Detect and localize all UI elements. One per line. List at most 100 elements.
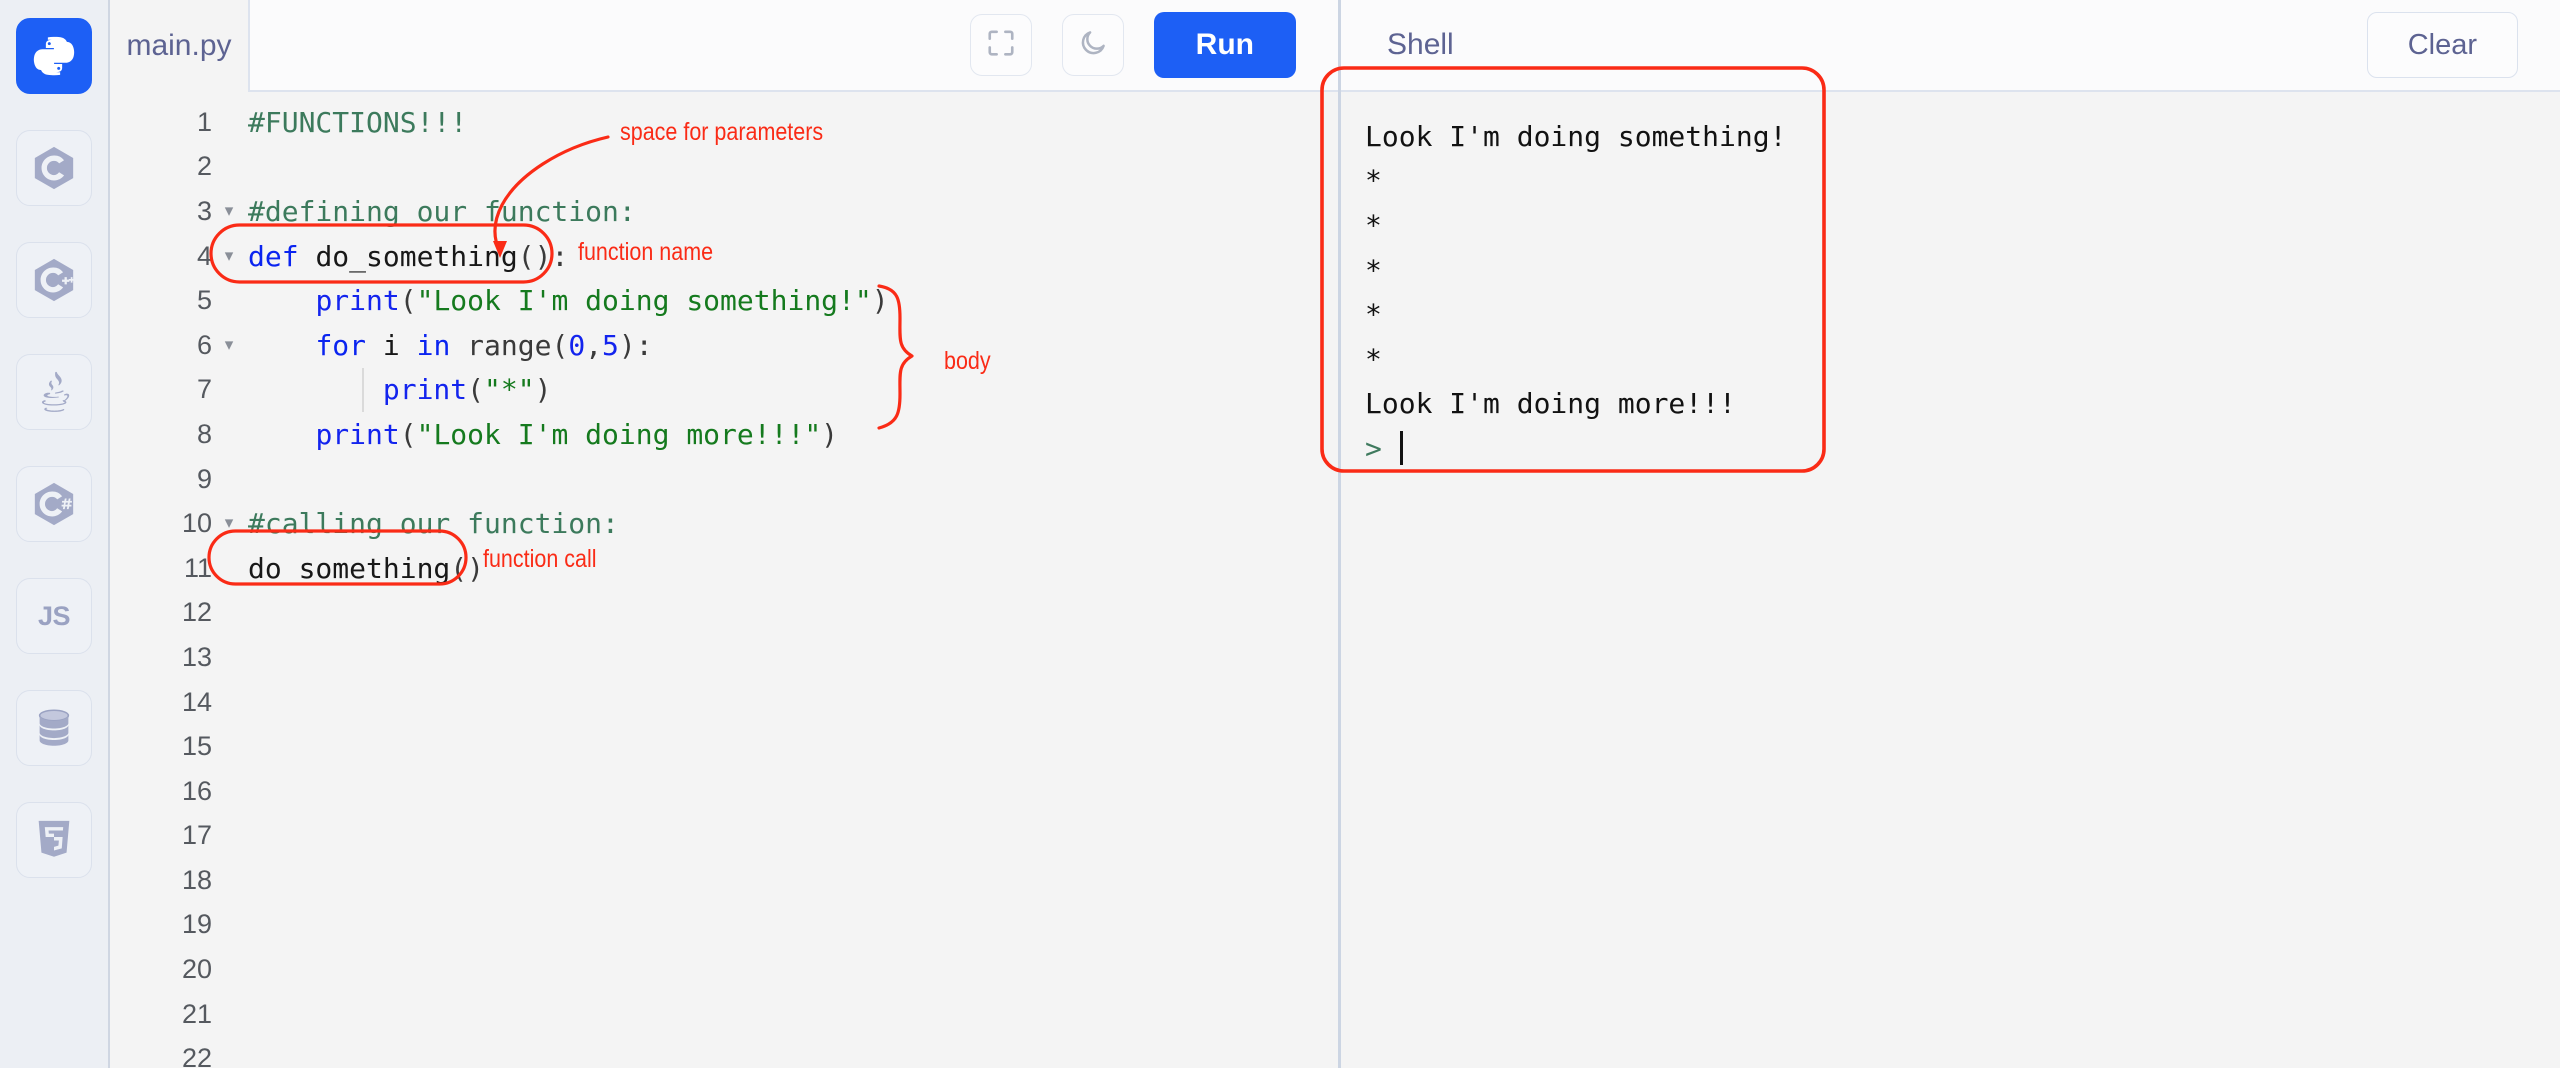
- code-line-text: def do_something():: [240, 240, 568, 273]
- code-line[interactable]: 13: [110, 635, 1338, 680]
- shell-output-line: *: [1365, 298, 1382, 332]
- code-editor[interactable]: 1 #FUNCTIONS!!! 2 3 ▾ #defining our function:…: [110, 92, 1338, 1068]
- code-line[interactable]: 15: [110, 724, 1338, 769]
- python-icon: [31, 33, 77, 79]
- token-com: #FUNCTIONS!!!: [248, 105, 468, 139]
- code-line[interactable]: 7 print("*"): [110, 368, 1338, 413]
- code-line[interactable]: 6 ▾ for i in range(0,5):: [110, 323, 1338, 368]
- code-line[interactable]: 1 #FUNCTIONS!!!: [110, 100, 1338, 145]
- tab-main-py[interactable]: main.py: [110, 0, 248, 92]
- code-line[interactable]: 18: [110, 858, 1338, 903]
- line-number: 11: [183, 552, 212, 583]
- shell-output-line: *: [1365, 253, 1382, 287]
- token-str: "Look I'm doing more!!!": [416, 417, 822, 451]
- token-op: ():: [517, 239, 569, 273]
- code-line-text: #defining our function:: [240, 195, 636, 228]
- fold-toggle-icon[interactable]: ▾: [218, 202, 240, 220]
- token-op: (: [399, 417, 417, 451]
- code-line[interactable]: 22: [110, 1036, 1338, 1068]
- line-number: 15: [181, 731, 212, 762]
- code-line-text: do_something(): [240, 552, 484, 585]
- code-line[interactable]: 21: [110, 992, 1338, 1037]
- shell-pane: Shell Clear Look I'm doing something! * * *…: [1338, 0, 2560, 1068]
- shell-output-line: *: [1365, 164, 1382, 198]
- sidebar-item-java[interactable]: [16, 354, 92, 430]
- code-line-text: print("Look I'm doing more!!!"): [240, 418, 838, 451]
- token-op: ):: [618, 328, 653, 362]
- sidebar-item-python[interactable]: [16, 18, 92, 94]
- shell-output-lines: Look I'm doing something! * * * * * Look I'm d…: [1365, 114, 2560, 426]
- cplusplus-icon: [31, 257, 77, 303]
- line-number: 6: [196, 329, 212, 360]
- theme-toggle-button[interactable]: [1061, 14, 1124, 76]
- token-op: range: [467, 328, 552, 362]
- fullscreen-icon: [986, 28, 1016, 63]
- code-line[interactable]: 12: [110, 591, 1338, 636]
- line-number: 4: [196, 240, 212, 271]
- token-com: #defining our function:: [248, 194, 636, 228]
- token-pl: do_something: [315, 239, 518, 273]
- sidebar-item-html[interactable]: [16, 802, 92, 878]
- shell-output[interactable]: Look I'm doing something! * * * * * Look I'm d…: [1341, 92, 2560, 1068]
- line-number: 14: [181, 686, 212, 717]
- javascript-icon: JS: [37, 600, 71, 631]
- code-line[interactable]: 16: [110, 769, 1338, 814]
- code-lines[interactable]: 1 #FUNCTIONS!!! 2 3 ▾ #defining our function:…: [110, 100, 1338, 1068]
- shell-output-line: Look I'm doing something!: [1365, 119, 1787, 153]
- language-sidebar: JS: [0, 0, 110, 1068]
- code-line[interactable]: 2: [110, 145, 1338, 190]
- clear-button-label: Clear: [2407, 28, 2477, 61]
- line-number: 17: [181, 820, 212, 851]
- sidebar-item-c[interactable]: [16, 130, 92, 206]
- line-number: 21: [181, 998, 212, 1029]
- run-button[interactable]: Run: [1153, 12, 1296, 78]
- code-line[interactable]: 9: [110, 457, 1338, 502]
- line-number: 2: [196, 151, 212, 182]
- shell-title: Shell: [1387, 28, 1454, 61]
- line-number: 3: [196, 195, 212, 226]
- shell-prompt-line[interactable]: >: [1365, 426, 2560, 471]
- fullscreen-button[interactable]: [969, 14, 1032, 76]
- line-number: 1: [196, 106, 212, 137]
- fold-toggle-icon[interactable]: ▾: [218, 336, 240, 354]
- sidebar-item-sql[interactable]: [16, 690, 92, 766]
- fold-toggle-icon[interactable]: ▾: [218, 515, 240, 532]
- indent-guide: [362, 367, 364, 413]
- workspace: main.py Run 1 #FUNCTIONS!!! 2 3 ▾ #defin…: [110, 0, 2560, 1068]
- sidebar-item-csharp[interactable]: [16, 466, 92, 542]
- code-line[interactable]: 4 ▾ def do_something():: [110, 234, 1338, 279]
- shell-output-line: *: [1365, 342, 1382, 376]
- text-caret: [1399, 431, 1403, 466]
- code-line[interactable]: 5 print("Look I'm doing something!"): [110, 278, 1338, 323]
- editor-pane: main.py Run 1 #FUNCTIONS!!! 2 3 ▾ #defin…: [110, 0, 1338, 1068]
- code-line[interactable]: 3 ▾ #defining our function:: [110, 189, 1338, 234]
- token-op: (: [399, 284, 417, 318]
- code-line[interactable]: 10 ▾ #calling our function:: [110, 501, 1338, 546]
- code-line[interactable]: 17: [110, 814, 1338, 859]
- fold-toggle-icon[interactable]: ▾: [218, 247, 240, 265]
- sidebar-item-cpp[interactable]: [16, 242, 92, 318]
- code-line[interactable]: 19: [110, 903, 1338, 948]
- csharp-icon: [31, 481, 77, 527]
- code-line[interactable]: 20: [110, 947, 1338, 992]
- sidebar-item-javascript[interactable]: JS: [16, 578, 92, 654]
- line-number: 5: [196, 285, 212, 316]
- database-icon: [31, 705, 77, 751]
- token-pl: do_something: [248, 551, 451, 585]
- token-kw: def: [248, 239, 299, 273]
- code-line-text: #calling our function:: [240, 507, 619, 540]
- token-num: 5: [602, 328, 619, 362]
- code-line[interactable]: 8 print("Look I'm doing more!!!"): [110, 412, 1338, 457]
- line-number: 22: [181, 1043, 212, 1068]
- token-fn: print: [315, 417, 400, 451]
- code-line-text: print("*"): [240, 373, 552, 406]
- line-number: 12: [181, 597, 212, 628]
- code-line[interactable]: 14: [110, 680, 1338, 725]
- token-fn: print: [315, 284, 400, 318]
- line-number: 7: [196, 374, 212, 405]
- shell-output-line: Look I'm doing more!!!: [1365, 387, 1736, 421]
- clear-button[interactable]: Clear: [2366, 12, 2518, 78]
- code-line[interactable]: 11 do_something(): [110, 546, 1338, 591]
